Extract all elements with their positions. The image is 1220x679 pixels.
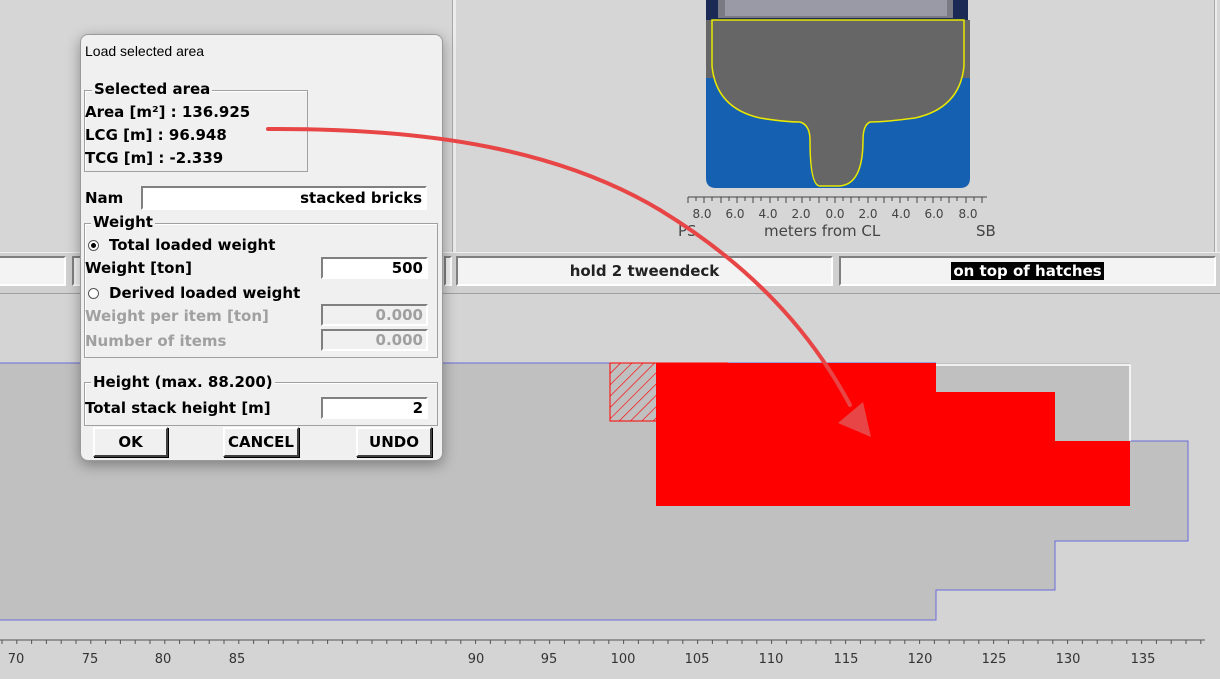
ruler-label: 90 — [467, 652, 485, 667]
per-item-input[interactable]: 0.000 — [321, 304, 428, 326]
cs-tick-label: 2.0 — [858, 207, 877, 221]
strip-field-empty-3[interactable] — [444, 256, 452, 286]
height-legend: Height (max. 88.200) — [91, 373, 275, 391]
undo-button[interactable]: UNDO — [356, 427, 432, 457]
items-input[interactable]: 0.000 — [321, 329, 428, 351]
weight-label: Weight [ton] — [85, 259, 192, 277]
selected-area-legend: Selected area — [92, 80, 213, 98]
ok-button-label: OK — [118, 433, 143, 451]
cs-tick-label: 0.0 — [825, 207, 844, 221]
ruler-label: 80 — [154, 652, 172, 667]
items-label: Number of items — [85, 332, 227, 350]
per-item-label: Weight per item [ton] — [85, 307, 269, 325]
name-input-value: stacked bricks — [300, 189, 422, 207]
cs-tick-label: 4.0 — [891, 207, 910, 221]
cancel-button-label: CANCEL — [228, 433, 294, 451]
ps-label: PS — [678, 222, 697, 240]
ruler-label: 130 — [1055, 652, 1081, 667]
axis-label: meters from CL — [764, 222, 881, 240]
derived-weight-label: Derived loaded weight — [109, 284, 301, 302]
dialog-title: Load selected area — [85, 43, 205, 59]
ruler-label: 115 — [833, 652, 859, 667]
cs-tick-label: 8.0 — [692, 207, 711, 221]
weight-input[interactable]: 500 — [321, 257, 428, 279]
cs-tick-label: 4.0 — [758, 207, 777, 221]
area-readout: Area [m²] : 136.925 — [85, 103, 251, 121]
stack-height-label: Total stack height [m] — [85, 399, 271, 417]
hold-field[interactable]: hold 2 tweendeck — [456, 256, 833, 286]
panel-divider-right — [1214, 0, 1217, 252]
ruler-label: 100 — [610, 652, 636, 667]
ruler-label: 120 — [907, 652, 933, 667]
selected-area-hatch — [609, 362, 729, 422]
load-selected-area-dialog: Load selected area Selected area Area [m… — [80, 34, 443, 461]
total-weight-label: Total loaded weight — [109, 236, 276, 254]
cs-tick-label: 6.0 — [725, 207, 744, 221]
cancel-button[interactable]: CANCEL — [223, 427, 299, 457]
tcg-readout: TCG [m] : -2.339 — [85, 149, 224, 167]
cs-tick-label: 2.0 — [791, 207, 810, 221]
derived-weight-radio[interactable] — [88, 288, 99, 299]
hold-label: hold 2 tweendeck — [569, 262, 720, 280]
weight-legend: Weight — [91, 213, 155, 231]
location-label: on top of hatches — [951, 262, 1104, 280]
ok-button[interactable]: OK — [93, 427, 168, 457]
ruler-label: 105 — [684, 652, 710, 667]
stack-height-value: 2 — [412, 399, 423, 417]
panel-divider[interactable] — [452, 0, 456, 252]
ruler-label: 110 — [758, 652, 784, 667]
name-label: Nam — [85, 189, 124, 207]
cs-tick-label: 6.0 — [924, 207, 943, 221]
per-item-value: 0.000 — [375, 306, 423, 324]
ruler-label: 75 — [81, 652, 99, 667]
hull-cross-section: 8.0 6.0 4.0 2.0 0.0 2.0 4.0 6.0 8.0 PS m… — [678, 0, 996, 240]
location-field[interactable]: on top of hatches — [839, 256, 1216, 286]
sb-label: SB — [976, 222, 996, 240]
undo-button-label: UNDO — [369, 433, 419, 451]
items-value: 0.000 — [375, 331, 423, 349]
ruler-ticks — [0, 639, 1205, 644]
ruler-label: 125 — [981, 652, 1007, 667]
ruler-label: 70 — [7, 652, 25, 667]
lcg-readout: LCG [m] : 96.948 — [85, 126, 227, 144]
ruler-label: 95 — [540, 652, 558, 667]
strip-field-empty-1[interactable] — [0, 256, 66, 286]
ruler-label: 85 — [228, 652, 246, 667]
total-weight-radio[interactable] — [88, 240, 99, 251]
name-input[interactable]: stacked bricks — [141, 186, 427, 210]
cs-tick-label: 8.0 — [958, 207, 977, 221]
ruler-label: 135 — [1130, 652, 1156, 667]
stack-height-input[interactable]: 2 — [321, 397, 428, 419]
weight-input-value: 500 — [391, 259, 423, 277]
